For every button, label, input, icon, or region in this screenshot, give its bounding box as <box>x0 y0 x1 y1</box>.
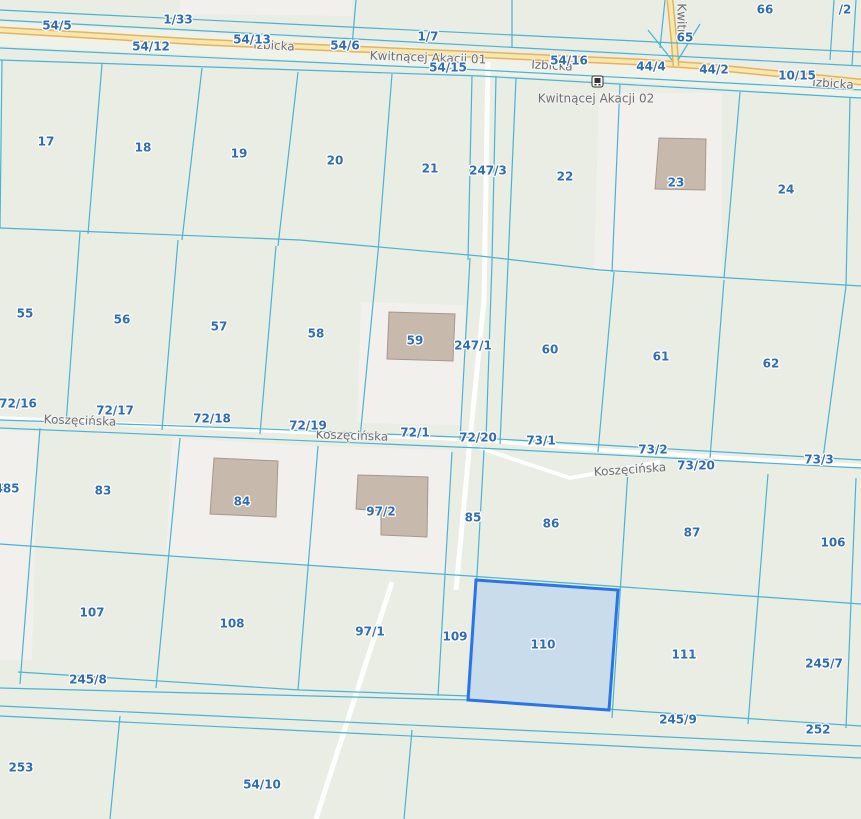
parcel-label[interactable]: 85 <box>463 509 482 526</box>
parcel-label[interactable]: 22 <box>555 168 574 185</box>
parcel-label[interactable]: 111 <box>670 646 698 663</box>
selected-parcel-109[interactable] <box>466 578 620 712</box>
parcel-label[interactable]: 72/18 <box>192 410 232 427</box>
parcel-label[interactable]: 253 <box>7 759 35 776</box>
parcel-label[interactable]: 24 <box>776 181 795 198</box>
parcel-label[interactable]: 60 <box>540 341 559 358</box>
building-83 <box>209 457 279 518</box>
parcel-label[interactable]: 87 <box>682 524 701 541</box>
parcel-label[interactable]: 245/7 <box>804 655 844 672</box>
parcel-label[interactable]: 83 <box>93 482 112 499</box>
parcel-label[interactable]: 109 <box>441 628 469 645</box>
parcel-label[interactable]: 58 <box>306 325 325 342</box>
parcel-label[interactable]: 18 <box>133 139 152 156</box>
parcel-label[interactable]: 62 <box>761 355 780 372</box>
parcel-label[interactable]: 54/10 <box>242 776 282 793</box>
parcel-label[interactable]: 66 <box>755 1 774 18</box>
parcel-label[interactable]: 108 <box>218 615 246 632</box>
parcel-label[interactable]: 72/16 <box>0 395 38 412</box>
parcel-label[interactable]: 61 <box>651 348 670 365</box>
street-label: Izbicka <box>531 57 573 73</box>
building-59 <box>386 311 456 362</box>
parcel-label[interactable]: 245/8 <box>68 671 108 688</box>
cadastral-map[interactable]: Kwitnącej Akacji 01 Kwitnącej Akacji 02 Iz… <box>0 0 861 819</box>
map-canvas[interactable]: Kwitnącej Akacji 01Kwitnącej Akacji 02Iz… <box>0 0 861 819</box>
parcel-label[interactable]: 106 <box>819 534 847 551</box>
street-label: Koszęcińska <box>44 412 117 429</box>
parcel-label[interactable]: 20 <box>325 152 344 169</box>
parcel-label[interactable]: 57 <box>209 318 228 335</box>
building-23 <box>654 137 707 191</box>
parcel-label[interactable]: 19 <box>229 145 248 162</box>
parcel-label[interactable]: 21 <box>420 160 439 177</box>
bus-stop-icon[interactable] <box>591 75 604 88</box>
parcel-label[interactable]: 86 <box>541 515 560 532</box>
parcel-label[interactable]: 107 <box>78 604 106 621</box>
street-label: Kwitn <box>675 3 689 36</box>
parcel-label[interactable]: 56 <box>112 311 131 328</box>
street-label: Kwitnącej Akacji 02 <box>538 92 654 106</box>
street-label: Koszęcińska <box>593 460 666 479</box>
street-label: Koszęcińska <box>316 427 389 444</box>
parcel-label[interactable]: 17 <box>36 133 55 150</box>
street-label: Izbicka <box>253 37 295 53</box>
parcel-label[interactable]: 252 <box>804 721 832 738</box>
street-label: Izbicka <box>812 75 854 92</box>
parcel-label[interactable]: 55 <box>15 305 34 322</box>
parcel-label[interactable]: /2 <box>837 1 852 18</box>
